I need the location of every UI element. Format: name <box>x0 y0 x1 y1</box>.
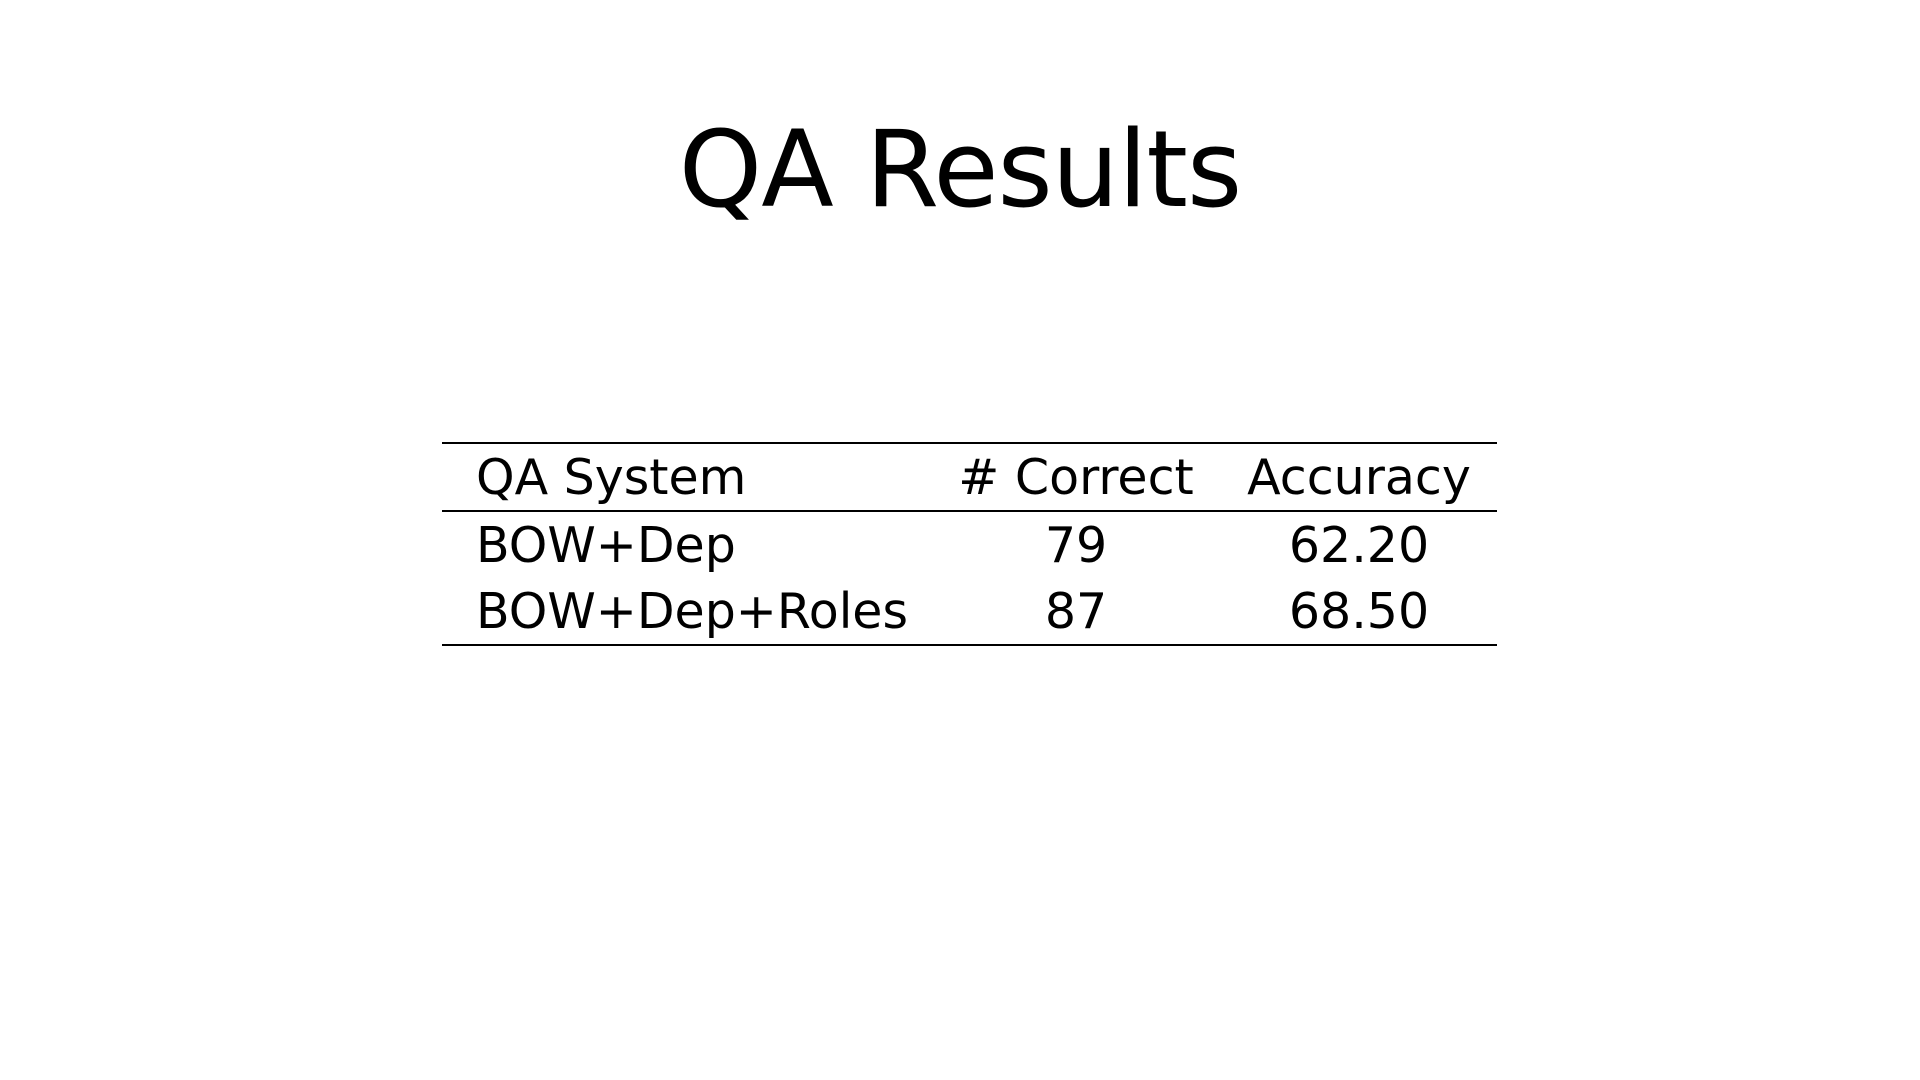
cell-system: BOW+Dep <box>476 517 736 574</box>
cell-correct: 87 <box>1044 583 1108 640</box>
header-num-correct: # Correct <box>958 449 1194 506</box>
results-table: QA System # Correct Accuracy BOW+Dep 79 … <box>442 442 1497 646</box>
header-row: QA System # Correct Accuracy <box>442 443 1497 511</box>
header-qa-system: QA System <box>476 449 747 506</box>
cell-correct: 79 <box>1044 517 1108 574</box>
slide-title: QA Results <box>678 108 1242 231</box>
table-body: BOW+Dep 79 62.20 BOW+Dep+Roles 87 68.50 <box>442 511 1497 645</box>
table-row: BOW+Dep 79 62.20 <box>442 511 1497 578</box>
table-row: BOW+Dep+Roles 87 68.50 <box>442 578 1497 645</box>
table-header: QA System # Correct Accuracy <box>442 443 1497 511</box>
cell-accuracy: 68.50 <box>1288 583 1430 640</box>
cell-accuracy: 62.20 <box>1288 517 1430 574</box>
slide: QA Results QA System # Correct Accuracy … <box>0 0 1920 1080</box>
header-accuracy: Accuracy <box>1247 449 1471 506</box>
cell-system: BOW+Dep+Roles <box>476 583 908 640</box>
